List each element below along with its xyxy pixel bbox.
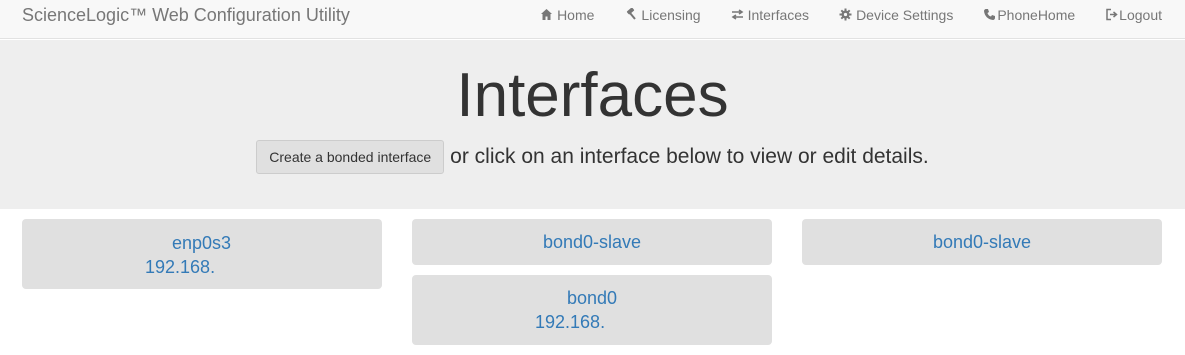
interface-ip: 192.168.	[535, 312, 606, 332]
nav-item-phonehome[interactable]: PhoneHome	[983, 5, 1075, 25]
nav-item-home-label: Home	[557, 6, 595, 23]
interface-name: enp0s3	[172, 233, 232, 253]
app-brand-title[interactable]: ScienceLogic™ Web Configuration Utility	[22, 5, 350, 25]
cog-icon	[839, 8, 852, 21]
top-navbar: ScienceLogic™ Web Configuration Utility …	[0, 0, 1185, 39]
interface-card-bond0-slave[interactable]: bond0-slave	[802, 219, 1162, 265]
logout-icon	[1105, 8, 1118, 21]
nav-item-licensing[interactable]: Licensing	[624, 5, 701, 25]
create-bonded-interface-button[interactable]: Create a bonded interface	[256, 140, 445, 174]
home-icon	[540, 8, 553, 21]
nav-item-home[interactable]: Home	[540, 5, 594, 25]
nav-item-licensing-label: Licensing	[641, 6, 701, 23]
instruction-text: or click on an interface below to view o…	[450, 145, 929, 168]
interface-card-enp0s3[interactable]: enp0s3 192.168.	[22, 219, 382, 289]
header-jumbotron: Interfaces Create a bonded interface or …	[0, 40, 1185, 209]
nav-item-device-settings[interactable]: Device Settings	[839, 5, 953, 25]
nav-menu: Home Licensing Interfaces Device Setting…	[510, 0, 1185, 29]
transfer-icon	[731, 8, 744, 21]
interface-name: bond0	[567, 288, 618, 308]
gavel-icon	[624, 8, 637, 21]
interface-card-bond0-slave[interactable]: bond0-slave	[412, 219, 772, 265]
interface-card-bond0[interactable]: bond0 192.168.	[412, 275, 772, 345]
nav-item-phonehome-label: PhoneHome	[997, 6, 1076, 23]
interface-name: bond0-slave	[543, 232, 642, 252]
phone-icon	[983, 8, 996, 21]
nav-item-logout[interactable]: Logout	[1105, 5, 1162, 25]
nav-item-device-settings-label: Device Settings	[856, 6, 954, 23]
page-title: Interfaces	[456, 61, 729, 130]
instruction-row: Create a bonded interface or click on an…	[0, 140, 1185, 174]
nav-item-interfaces-label: Interfaces	[747, 6, 810, 23]
interface-ip: 192.168.	[145, 257, 216, 277]
nav-item-logout-label: Logout	[1119, 6, 1162, 23]
nav-item-interfaces[interactable]: Interfaces	[731, 5, 809, 25]
interface-name: bond0-slave	[933, 232, 1032, 252]
